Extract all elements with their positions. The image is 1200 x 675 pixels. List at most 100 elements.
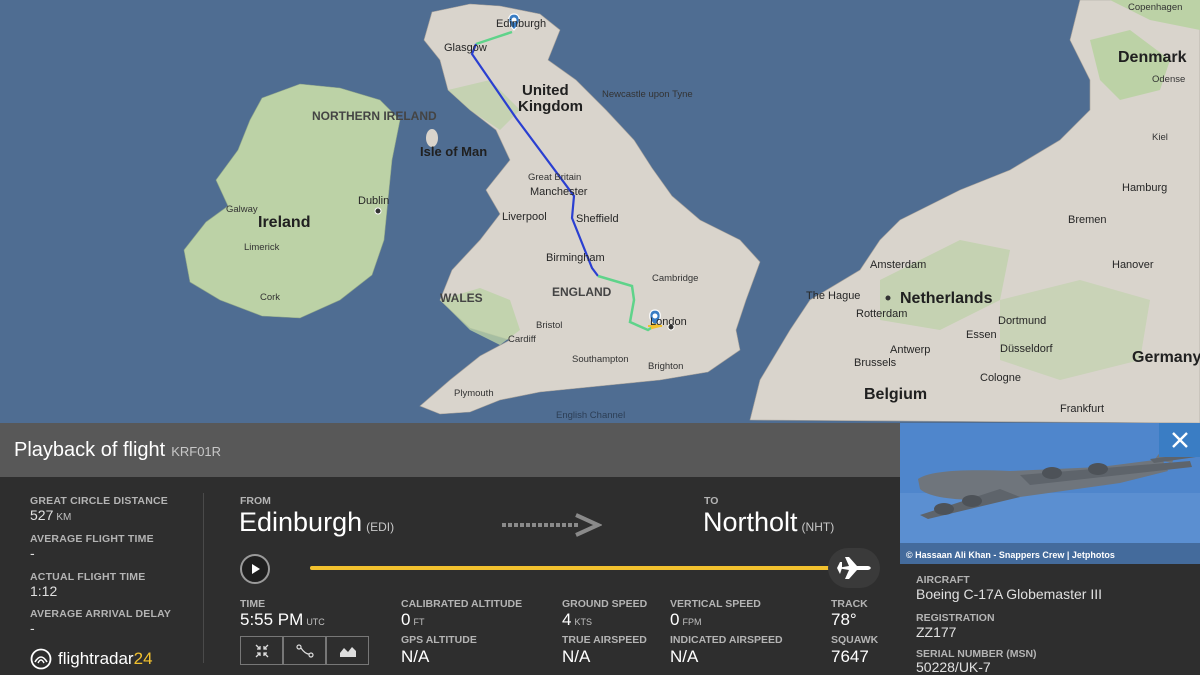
- registration-value: ZZ177: [916, 624, 957, 640]
- label-great-britain: Great Britain: [528, 172, 581, 183]
- calibrated-altitude-value: 0 FT: [401, 610, 424, 630]
- squawk-value: 7647: [831, 647, 869, 666]
- label-liverpool: Liverpool: [502, 211, 547, 223]
- indicated-airspeed-value: N/A: [670, 647, 699, 666]
- label-birmingham: Birmingham: [546, 252, 605, 264]
- label-galway: Galway: [226, 204, 258, 215]
- label-kiel: Kiel: [1152, 132, 1168, 143]
- label-essen: Essen: [966, 329, 997, 341]
- label-limerick: Limerick: [244, 242, 280, 253]
- from-label: FROM: [240, 495, 271, 507]
- time-number: 5:55 PM: [240, 610, 304, 629]
- indicated-airspeed-label: INDICATED AIRSPEED: [670, 634, 783, 646]
- flightradar24-logo[interactable]: flightradar24: [30, 648, 153, 670]
- label-germany: Germany: [1132, 349, 1200, 366]
- label-copenhagen: Copenhagen: [1128, 2, 1182, 13]
- label-manchester: Manchester: [530, 186, 588, 198]
- average-arrival-delay-value: -: [30, 620, 35, 636]
- playback-progress-fill: [310, 566, 845, 570]
- calibrated-altitude-number: 0: [401, 610, 411, 629]
- label-southampton: Southampton: [572, 354, 629, 365]
- flight-map[interactable]: Edinburgh Glasgow United Kingdom Newcastl…: [0, 0, 1200, 423]
- serial-number-value: 50228/UK-7: [916, 659, 991, 675]
- track-value: 78°: [831, 610, 857, 629]
- ground-speed-unit: KTS: [574, 617, 592, 627]
- graph-icon: [339, 646, 356, 657]
- logo-text-main: flightradar: [58, 649, 134, 668]
- label-antwerp: Antwerp: [890, 344, 930, 356]
- label-england: ENGLAND: [552, 285, 612, 299]
- average-flight-time-value: -: [30, 545, 35, 561]
- label-cork: Cork: [260, 292, 280, 303]
- label-english-channel: English Channel: [556, 410, 625, 421]
- playback-progress-slider[interactable]: [310, 566, 845, 570]
- playback-handle[interactable]: [828, 548, 880, 588]
- close-icon: [1171, 432, 1188, 448]
- label-dublin: Dublin: [358, 195, 389, 207]
- radar-logo-icon: [30, 648, 52, 670]
- label-bremen: Bremen: [1068, 214, 1107, 226]
- label-dusseldorf: Düsseldorf: [1000, 343, 1054, 355]
- origin-code: (EDI): [366, 520, 395, 534]
- route-icon: [295, 643, 314, 658]
- panel-divider: [203, 493, 204, 663]
- label-cologne: Cologne: [980, 372, 1021, 384]
- label-wales: WALES: [440, 291, 483, 305]
- aircraft-panel: © Hassaan Ali Khan - Snappers Crew | Jet…: [900, 423, 1200, 675]
- label-hamburg: Hamburg: [1122, 182, 1167, 194]
- collapse-view-button[interactable]: [240, 636, 283, 665]
- origin-airport[interactable]: Edinburgh (EDI): [239, 507, 394, 538]
- graph-view-button[interactable]: [326, 636, 369, 665]
- calibrated-altitude-unit: FT: [413, 617, 425, 627]
- calibrated-altitude-label: CALIBRATED ALTITUDE: [401, 598, 523, 610]
- plane-icon: [837, 557, 871, 579]
- panel-header: Playback of flight KRF01R: [0, 423, 900, 477]
- label-the-hague: The Hague: [806, 290, 860, 302]
- great-circle-distance-label: GREAT CIRCLE DISTANCE: [30, 495, 168, 507]
- playback-panel: Playback of flight KRF01R GREAT CIRCLE DI…: [0, 423, 900, 675]
- vertical-speed-value: 0 FPM: [670, 610, 701, 630]
- true-airspeed-label: TRUE AIRSPEED: [562, 634, 647, 646]
- label-denmark: Denmark: [1118, 49, 1187, 66]
- origin-city: Edinburgh: [239, 507, 363, 537]
- label-netherlands: Netherlands: [900, 290, 993, 307]
- logo-text: flightradar24: [58, 649, 153, 669]
- ground-speed-number: 4: [562, 610, 572, 629]
- label-sheffield: Sheffield: [576, 213, 619, 225]
- logo-text-number: 24: [133, 649, 153, 668]
- vertical-speed-label: VERTICAL SPEED: [670, 598, 761, 610]
- to-label: TO: [704, 495, 719, 507]
- label-edinburgh: Edinburgh: [496, 18, 546, 30]
- vertical-speed-number: 0: [670, 610, 680, 629]
- play-icon: [252, 564, 260, 574]
- play-button[interactable]: [240, 554, 270, 584]
- route-view-button[interactable]: [283, 636, 326, 665]
- panel-title: Playback of flight KRF01R: [14, 439, 221, 462]
- vertical-speed-unit: FPM: [682, 617, 702, 627]
- gps-altitude-label: GPS ALTITUDE: [401, 634, 477, 646]
- label-glasgow: Glasgow: [444, 42, 487, 54]
- label-plymouth: Plymouth: [454, 388, 494, 399]
- label-cambridge: Cambridge: [652, 273, 698, 284]
- label-bristol: Bristol: [536, 320, 562, 331]
- destination-airport[interactable]: Northolt (NHT): [703, 507, 834, 538]
- label-brussels: Brussels: [854, 357, 897, 369]
- aircraft-photo[interactable]: [900, 423, 1200, 564]
- true-airspeed-value: N/A: [562, 647, 591, 666]
- destination-code: (NHT): [801, 520, 835, 534]
- gps-altitude-value: N/A: [401, 647, 430, 666]
- label-ireland: Ireland: [258, 214, 310, 231]
- label-amsterdam: Amsterdam: [870, 259, 926, 271]
- label-odense: Odense: [1152, 74, 1185, 85]
- panel-title-text: Playback of flight: [14, 439, 166, 461]
- great-circle-distance-number: 527: [30, 507, 54, 523]
- label-dortmund: Dortmund: [998, 315, 1046, 327]
- label-newcastle: Newcastle upon Tyne: [602, 89, 693, 100]
- collapse-icon: [255, 644, 268, 657]
- track-label: TRACK: [831, 598, 868, 610]
- close-button[interactable]: [1159, 423, 1200, 457]
- average-arrival-delay-label: AVERAGE ARRIVAL DELAY: [30, 608, 172, 620]
- time-value: 5:55 PM UTC: [240, 610, 325, 630]
- aircraft-type-value: Boeing C-17A Globemaster III: [916, 586, 1102, 602]
- photo-credit[interactable]: © Hassaan Ali Khan - Snappers Crew | Jet…: [906, 550, 1115, 560]
